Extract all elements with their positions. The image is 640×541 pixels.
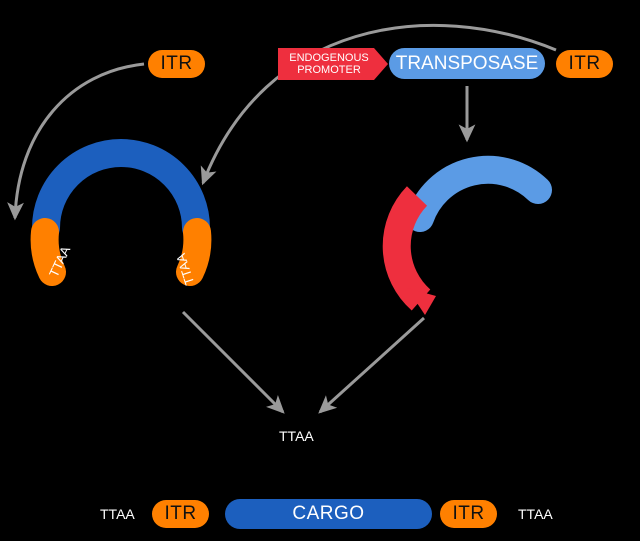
- diagram-vectors: [7, 23, 557, 414]
- helper-circle: [382, 155, 552, 315]
- arrow-donor-to-target: [181, 310, 285, 414]
- bottom-ttaa-right: TTAA: [518, 506, 553, 522]
- donor-cargo-arc: [32, 139, 210, 242]
- promoter-line-2: PROMOTER: [297, 64, 361, 76]
- promoter-text: ENDOGENOUS PROMOTER: [289, 52, 376, 76]
- helper-transposase-arc: [406, 155, 552, 232]
- itr-pill-top-right[interactable]: ITR: [556, 50, 613, 78]
- transposase-pill-top[interactable]: TRANSPOSASE: [389, 48, 545, 79]
- arrow-helper-to-target: [318, 316, 426, 414]
- diagram-canvas: ITR ENDOGENOUS PROMOTER TRANSPOSASE ITR …: [0, 0, 640, 541]
- itr-pill-bottom-left[interactable]: ITR: [152, 500, 209, 528]
- endogenous-promoter-shape[interactable]: ENDOGENOUS PROMOTER: [278, 48, 388, 80]
- cargo-pill-bottom[interactable]: CARGO: [225, 499, 432, 529]
- promoter-line-1: ENDOGENOUS: [289, 52, 369, 64]
- itr-pill-bottom-right[interactable]: ITR: [440, 500, 497, 528]
- target-site-ttaa: TTAA: [279, 428, 314, 444]
- helper-promoter-arc: [382, 186, 431, 311]
- itr-pill-top-left[interactable]: ITR: [148, 50, 205, 78]
- bottom-ttaa-left: TTAA: [100, 506, 135, 522]
